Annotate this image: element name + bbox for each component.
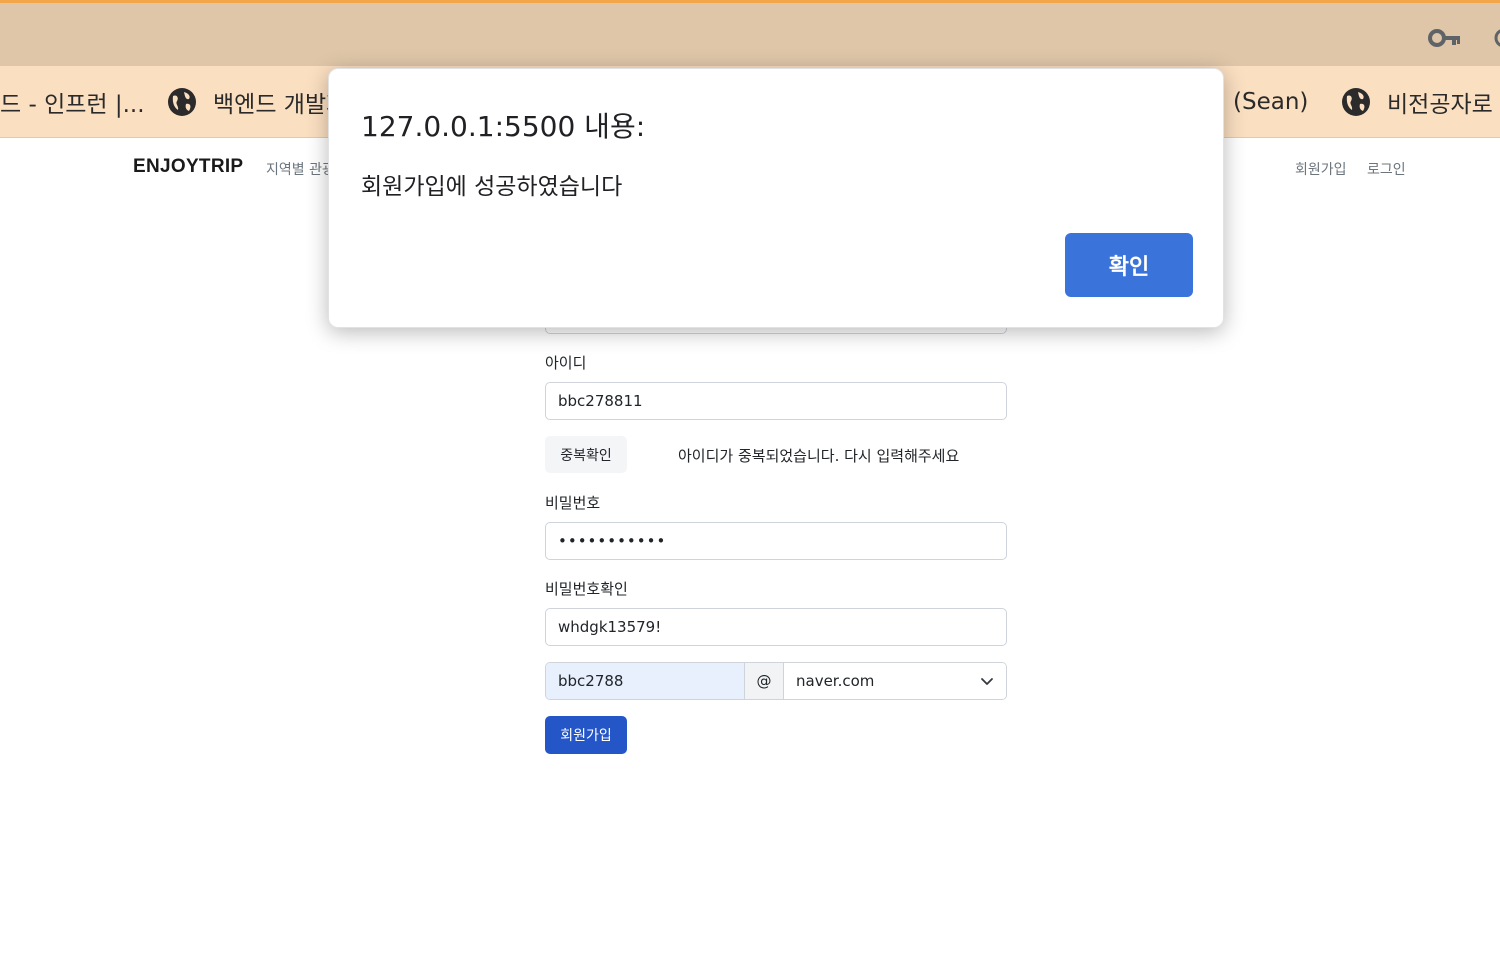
password-value: ••••••••••• (558, 532, 667, 550)
bookmark-label: 드 - 인프런 |... (0, 92, 145, 118)
bookmark-item[interactable]: 백엔드 개발자 (167, 86, 347, 118)
alert-dialog: 127.0.0.1:5500 내용: 회원가입에 성공하였습니다 확인 (328, 68, 1224, 328)
email-domain-value: naver.com (796, 672, 875, 690)
brand-logo[interactable]: ENJOYTRIP (133, 156, 243, 178)
search-icon[interactable] (1490, 27, 1500, 51)
key-icon[interactable] (1428, 25, 1462, 51)
dialog-message: 회원가입에 성공하였습니다 (361, 174, 623, 200)
bookmark-item[interactable]: 드 - 인프런 |... (0, 86, 145, 118)
duplicate-message: 아이디가 중복되었습니다. 다시 입력해주세요 (678, 447, 960, 465)
bookmark-item[interactable]: 비전공자로 (1341, 86, 1493, 118)
email-at-sign: @ (745, 663, 784, 699)
nav-link-login[interactable]: 로그인 (1367, 159, 1406, 179)
password-confirm-label: 비밀번호확인 (545, 580, 628, 598)
dialog-title: 127.0.0.1:5500 내용: (361, 110, 646, 143)
bookmark-label: 비전공자로 (1387, 92, 1493, 118)
email-input-group: bbc2788 @ naver.com (545, 662, 1007, 700)
id-field[interactable]: bbc278811 (545, 382, 1007, 420)
password-label: 비밀번호 (545, 494, 601, 512)
email-id-field[interactable]: bbc2788 (546, 663, 745, 699)
nav-link-signup[interactable]: 회원가입 (1295, 159, 1347, 179)
email-domain-select[interactable]: naver.com (784, 663, 1006, 699)
id-label: 아이디 (545, 354, 587, 372)
chevron-down-icon (981, 678, 993, 685)
globe-icon (168, 88, 196, 116)
duplicate-check-button[interactable]: 중복확인 (545, 436, 627, 473)
password-field[interactable]: ••••••••••• (545, 522, 1007, 560)
password-confirm-field[interactable]: whdgk13579! (545, 608, 1007, 646)
bookmark-item[interactable]: (Sean) (1233, 86, 1308, 118)
id-value: bbc278811 (558, 392, 643, 410)
bookmark-label: (Sean) (1233, 89, 1309, 115)
globe-icon (1342, 88, 1370, 116)
browser-toolbar (0, 3, 1500, 66)
signup-submit-button[interactable]: 회원가입 (545, 716, 627, 754)
password-confirm-value: whdgk13579! (558, 618, 662, 636)
email-id-value: bbc2788 (558, 672, 624, 690)
dialog-ok-button[interactable]: 확인 (1065, 233, 1193, 297)
